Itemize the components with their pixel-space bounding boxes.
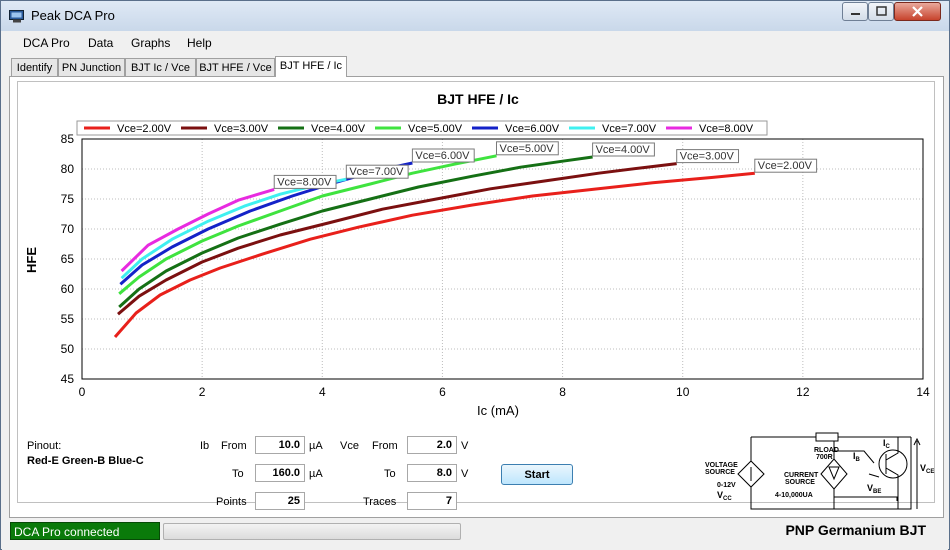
legend-entry: Vce=5.00V xyxy=(408,123,463,135)
y-tick-label: 80 xyxy=(61,162,75,176)
test-circuit-schematic: RLOAD 700R VOLTAGE SOURCE 0-12V VCC CURR… xyxy=(705,432,934,510)
legend-entry: Vce=8.00V xyxy=(699,123,754,135)
current-range: 4-10,000UA xyxy=(775,492,813,499)
ib-to-label: To xyxy=(232,468,244,480)
vbe-schematic-label: VBE xyxy=(867,483,881,495)
pinout-value: Red-E Green-B Blue-C xyxy=(27,455,144,467)
ib-from-input[interactable]: 10.0 xyxy=(255,436,305,454)
rload-value: 700R xyxy=(816,454,833,461)
voltage-source-label-2: SOURCE xyxy=(705,469,735,476)
vce-from-input[interactable]: 2.0 xyxy=(407,436,457,454)
rload-label: RLOAD xyxy=(814,447,839,454)
x-tick-label: 8 xyxy=(559,385,566,399)
traces-input[interactable]: 7 xyxy=(407,492,457,510)
series-end-label: Vce=7.00V xyxy=(349,166,404,178)
vce-from-unit: V xyxy=(461,440,469,452)
series-end-label: Vce=6.00V xyxy=(415,150,470,162)
chart-title: BJT HFE / Ic xyxy=(437,91,519,107)
menu-bar: DCA Pro Data Graphs Help xyxy=(2,32,948,54)
ic-schematic-label: IC xyxy=(883,438,891,450)
minimize-button[interactable] xyxy=(842,2,868,21)
ib-to-input[interactable]: 160.0 xyxy=(255,464,305,482)
vce-to-input[interactable]: 8.0 xyxy=(407,464,457,482)
tab-bjt-hfe-ic[interactable]: BJT HFE / Ic xyxy=(275,56,347,77)
x-tick-label: 6 xyxy=(439,385,446,399)
maximize-icon xyxy=(876,6,887,16)
pinout-label: Pinout: xyxy=(27,440,62,452)
vce-from-label: From xyxy=(372,440,398,452)
current-source-label: CURRENT xyxy=(784,472,819,479)
tab-bjt-hfe-vce[interactable]: BJT HFE / Vce xyxy=(196,58,275,77)
legend-entry: Vce=3.00V xyxy=(214,123,269,135)
x-tick-label: 2 xyxy=(199,385,206,399)
legend-entry: Vce=4.00V xyxy=(311,123,366,135)
points-input[interactable]: 25 xyxy=(255,492,305,510)
legend-entry: Vce=7.00V xyxy=(602,123,657,135)
x-tick-label: 10 xyxy=(676,385,690,399)
vce-to-label: To xyxy=(384,468,396,480)
close-button[interactable] xyxy=(894,2,941,21)
series-line xyxy=(118,155,593,309)
ib-label: Ib xyxy=(200,440,210,452)
y-tick-label: 60 xyxy=(61,282,75,296)
y-tick-label: 50 xyxy=(61,342,75,356)
series-end-label: Vce=5.00V xyxy=(499,143,554,155)
x-tick-label: 12 xyxy=(796,385,810,399)
y-tick-label: 65 xyxy=(61,252,75,266)
ib-from-unit: µA xyxy=(309,440,323,452)
menu-data[interactable]: Data xyxy=(88,36,113,50)
series-end-label: Vce=4.00V xyxy=(596,144,651,156)
x-tick-label: 14 xyxy=(916,385,930,399)
tab-bjt-ic-vce[interactable]: BJT Ic / Vce xyxy=(125,58,196,77)
x-axis-label: Ic (mA) xyxy=(477,403,519,418)
app-window: Peak DCA Pro DCA Pro Data Graphs Help Id… xyxy=(0,0,950,550)
device-type: PNP Germanium BJT xyxy=(785,522,926,538)
progress-bar xyxy=(163,523,461,540)
minimize-icon xyxy=(851,13,860,15)
x-tick-label: 0 xyxy=(79,385,86,399)
start-button[interactable]: Start xyxy=(501,464,573,485)
chart-legend: Vce=2.00V Vce=3.00V Vce=4.00V Vce=5.00V Vce=… xyxy=(76,120,768,136)
tab-identify[interactable]: Identify xyxy=(11,58,58,77)
menu-help[interactable]: Help xyxy=(187,36,212,50)
y-tick-label: 45 xyxy=(61,372,75,386)
traces-label: Traces xyxy=(363,496,397,508)
legend-entry: Vce=6.00V xyxy=(505,123,560,135)
vce-schematic-label: VCE xyxy=(920,463,934,475)
close-icon xyxy=(912,6,923,17)
tab-pn-junction[interactable]: PN Junction xyxy=(58,58,125,77)
current-source-arrow-icon xyxy=(828,466,840,481)
legend-entry: Vce=2.00V xyxy=(117,123,172,135)
vcc-label: VCC xyxy=(717,490,732,502)
voltage-range: 0-12V xyxy=(717,482,736,489)
rload-resistor xyxy=(815,432,839,442)
vce-label: Vce xyxy=(340,440,359,452)
title-bar: Peak DCA Pro xyxy=(1,1,949,31)
connection-status: DCA Pro connected xyxy=(10,522,160,540)
y-tick-label: 70 xyxy=(61,222,75,236)
app-icon xyxy=(9,10,24,23)
maximize-button[interactable] xyxy=(868,2,894,21)
series-end-label: Vce=8.00V xyxy=(277,176,332,188)
y-tick-label: 75 xyxy=(61,192,75,206)
points-label: Points xyxy=(216,496,247,508)
x-tick-label: 4 xyxy=(319,385,326,399)
menu-dca-pro[interactable]: DCA Pro xyxy=(23,36,70,50)
ib-schematic-label: IB xyxy=(853,451,861,463)
status-bar: DCA Pro connected PNP Germanium BJT xyxy=(2,520,948,550)
voltage-source-label: VOLTAGE xyxy=(705,462,738,469)
y-tick-label: 55 xyxy=(61,312,75,326)
window-title: Peak DCA Pro xyxy=(31,8,115,23)
ib-to-unit: µA xyxy=(309,468,323,480)
series-end-label: Vce=2.00V xyxy=(758,160,813,172)
y-tick-label: 85 xyxy=(61,132,75,146)
chart-series xyxy=(113,154,755,338)
y-axis-label: HFE xyxy=(24,247,39,273)
vce-to-unit: V xyxy=(461,468,469,480)
ib-from-label: From xyxy=(221,440,247,452)
series-end-label: Vce=3.00V xyxy=(680,151,735,163)
menu-graphs[interactable]: Graphs xyxy=(131,36,170,50)
current-source-label-2: SOURCE xyxy=(785,479,815,486)
